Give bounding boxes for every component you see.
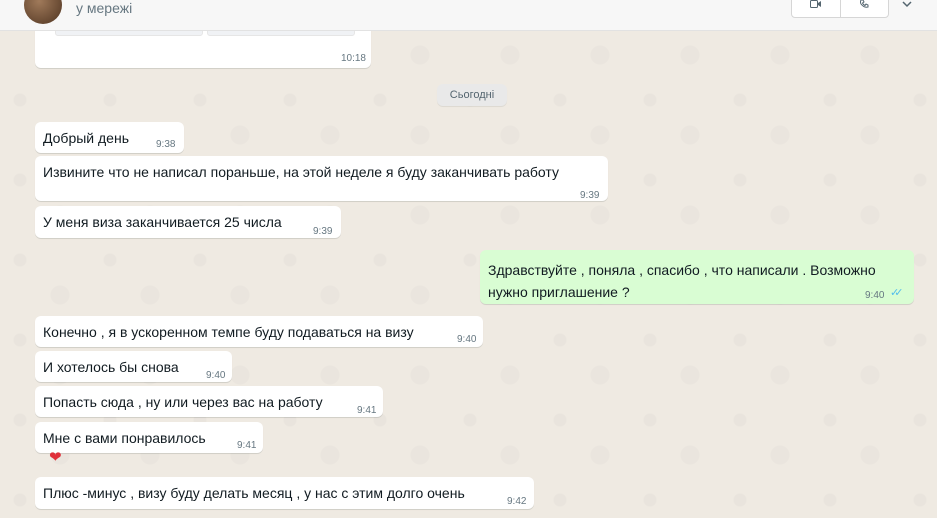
message-text: У меня виза заканчивается 25 числа	[43, 214, 282, 230]
message-text: И хотелось бы снова	[43, 359, 179, 375]
message-bubble-in[interactable]: Плюс -минус , визу буду делать месяц , у…	[35, 477, 534, 509]
message-bubble-in[interactable]: Извините что не написал пораньше, на это…	[35, 156, 608, 201]
message-bubble-in[interactable]: Добрый день 9:38	[35, 122, 184, 153]
message-time: 9:40	[865, 290, 885, 301]
message-text: Мне с вами понравилось	[43, 430, 206, 446]
message-time: 9:39	[580, 190, 600, 201]
message-text: Извините что не написал пораньше, на это…	[43, 164, 559, 180]
message-text: Здравствуйте , поняла , спасибо , что на…	[488, 262, 876, 300]
message-time: 9:41	[237, 440, 257, 451]
message-time: 9:40	[457, 334, 477, 345]
message-bubble-in[interactable]: И хотелось бы снова 9:40	[35, 351, 232, 382]
message-bubble-in[interactable]: Мне с вами понравилось 9:41	[35, 422, 263, 453]
message-time: 9:39	[313, 226, 333, 237]
message-text: Попасть сюда , ну или через вас на работ…	[43, 394, 323, 410]
message-bubble-in[interactable]: Конечно , я в ускоренном темпе буду пода…	[35, 316, 483, 347]
message-bubble-in[interactable]: У меня виза заканчивается 25 числа 9:39	[35, 206, 341, 238]
chevron-down-icon[interactable]	[902, 0, 912, 11]
chat-header: у мережі	[0, 0, 937, 31]
message-time: 9:38	[156, 139, 176, 150]
message-time: 9:40	[206, 370, 226, 381]
heart-reaction-icon[interactable]: ❤	[49, 450, 62, 466]
read-ticks-icon: ✓✓	[890, 287, 904, 299]
contact-status: у мережі	[76, 0, 133, 16]
message-bubble-in[interactable]: Попасть сюда , ну или через вас на работ…	[35, 386, 383, 417]
date-separator: Сьогодні	[437, 84, 507, 106]
message-bubble-out[interactable]: Здравствуйте , поняла , спасибо , что на…	[480, 250, 914, 304]
video-call-icon[interactable]	[792, 0, 840, 17]
message-text: Добрый день	[43, 130, 129, 146]
message-time: 9:41	[357, 405, 377, 416]
message-text: Плюс -минус , визу буду делать месяц , у…	[43, 485, 465, 501]
message-text: Конечно , я в ускоренном темпе буду пода…	[43, 324, 414, 340]
message-time: 9:42	[507, 496, 527, 507]
avatar[interactable]	[24, 0, 62, 24]
voice-call-icon[interactable]	[839, 0, 889, 17]
message-time: 10:18	[340, 53, 366, 64]
call-buttons	[791, 0, 889, 18]
